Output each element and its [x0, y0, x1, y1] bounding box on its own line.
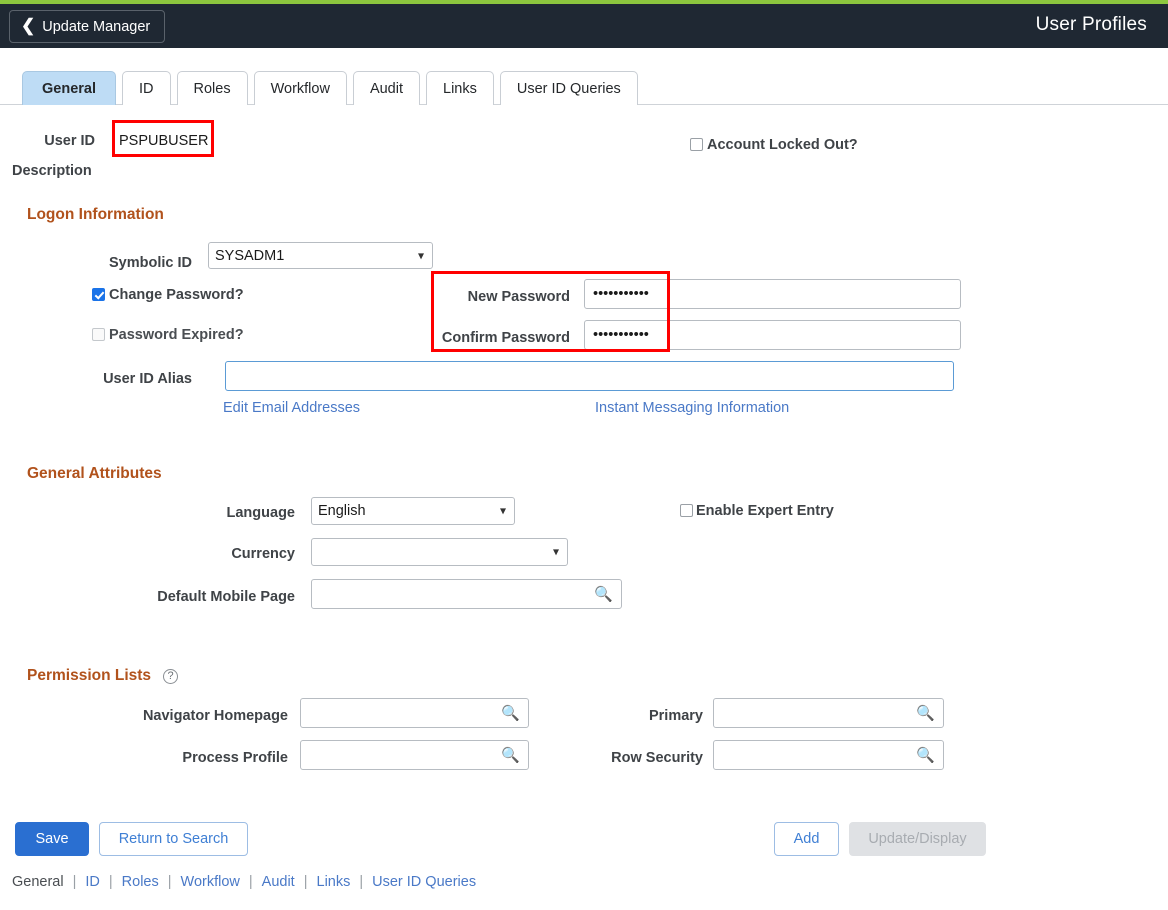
bottom-link-separator: | [72, 874, 77, 890]
bottom-link-links[interactable]: Links [317, 874, 351, 890]
currency-select-wrap: ▾ [311, 538, 568, 566]
bottom-link-audit[interactable]: Audit [262, 874, 295, 890]
enable-expert-entry-label: Enable Expert Entry [696, 503, 834, 519]
password-expired-label: Password Expired? [109, 327, 244, 343]
language-select[interactable]: English [311, 497, 515, 525]
app-header: ❮ Update Manager User Profiles [0, 4, 1168, 48]
symbolic-id-select-wrap: SYSADM1 ▾ [208, 242, 433, 269]
bottom-link-general[interactable]: General [12, 874, 64, 890]
back-to-update-manager-button[interactable]: ❮ Update Manager [9, 10, 166, 43]
default-mobile-page-input[interactable]: 🔍 [311, 579, 622, 609]
symbolic-id-select[interactable]: SYSADM1 [208, 242, 433, 269]
bottom-link-workflow[interactable]: Workflow [181, 874, 240, 890]
language-select-wrap: English ▾ [311, 497, 515, 525]
tab-user-id-queries[interactable]: User ID Queries [499, 71, 638, 105]
tab-strip: General ID Roles Workflow Audit Links Us… [0, 48, 1168, 105]
bottom-link-user-id-queries[interactable]: User ID Queries [372, 874, 476, 890]
tab-audit-label: Audit [369, 80, 403, 97]
save-button[interactable]: Save [15, 822, 89, 856]
bottom-link-separator: | [359, 874, 364, 890]
tab-workflow-label: Workflow [270, 80, 330, 97]
search-icon[interactable]: 🔍 [594, 585, 613, 603]
tab-roles-label: Roles [193, 80, 231, 97]
tab-links-label: Links [443, 80, 477, 97]
primary-label: Primary [648, 708, 703, 724]
tab-links[interactable]: Links [426, 71, 494, 105]
process-profile-input[interactable]: 🔍 [300, 740, 529, 770]
general-attributes-heading: General Attributes [27, 465, 162, 482]
bottom-link-bar: General | ID | Roles | Workflow | Audit … [12, 874, 476, 890]
help-circle-icon[interactable]: ? [163, 669, 178, 684]
back-button-label: Update Manager [42, 18, 151, 35]
tab-user-id-queries-label: User ID Queries [516, 80, 621, 97]
row-security-label: Row Security [611, 750, 703, 766]
currency-label: Currency [231, 546, 295, 562]
add-button[interactable]: Add [774, 822, 839, 856]
search-icon[interactable]: 🔍 [501, 746, 520, 764]
tab-id-label: ID [139, 80, 154, 97]
bottom-link-id[interactable]: ID [85, 874, 100, 890]
tab-roles[interactable]: Roles [176, 71, 248, 105]
user-id-alias-input[interactable] [225, 361, 954, 391]
new-password-input[interactable]: ••••••••••• [584, 279, 961, 309]
instant-messaging-information-link[interactable]: Instant Messaging Information [595, 400, 789, 416]
change-password-label: Change Password? [109, 287, 244, 303]
tab-audit[interactable]: Audit [352, 71, 420, 105]
navigator-homepage-input[interactable]: 🔍 [300, 698, 529, 728]
bottom-link-separator: | [108, 874, 113, 890]
currency-select[interactable] [311, 538, 568, 566]
tab-general[interactable]: General [22, 71, 116, 105]
user-profile-form: User ID PSPUBUSER Description Account Lo… [0, 105, 1168, 875]
primary-input[interactable]: 🔍 [713, 698, 944, 728]
tab-workflow[interactable]: Workflow [253, 71, 347, 105]
navigator-homepage-label: Navigator Homepage [142, 708, 288, 724]
tab-general-label: General [42, 80, 96, 97]
page-title: User Profiles [1035, 14, 1147, 35]
confirm-password-label: Confirm Password [441, 330, 570, 346]
user-id-label: User ID [44, 133, 95, 149]
tab-id[interactable]: ID [122, 71, 171, 105]
search-icon[interactable]: 🔍 [916, 704, 935, 722]
user-id-value[interactable]: PSPUBUSER [119, 133, 208, 149]
new-password-label: New Password [467, 289, 570, 305]
permission-lists-heading: Permission Lists [27, 667, 152, 684]
description-label: Description [12, 163, 92, 179]
language-label: Language [226, 505, 295, 521]
bottom-link-roles[interactable]: Roles [122, 874, 159, 890]
bottom-link-separator: | [303, 874, 308, 890]
user-id-alias-label: User ID Alias [103, 371, 192, 387]
account-locked-out-label: Account Locked Out? [707, 137, 858, 153]
update-display-button[interactable]: Update/Display [849, 822, 986, 856]
chevron-left-icon: ❮ [21, 16, 36, 35]
change-password-checkbox[interactable] [92, 288, 105, 301]
confirm-password-input[interactable]: ••••••••••• [584, 320, 961, 350]
symbolic-id-label: Symbolic ID [109, 255, 192, 271]
enable-expert-entry-checkbox[interactable] [680, 504, 693, 517]
process-profile-label: Process Profile [182, 750, 288, 766]
logon-information-heading: Logon Information [27, 206, 164, 223]
search-icon[interactable]: 🔍 [916, 746, 935, 764]
bottom-link-separator: | [248, 874, 253, 890]
default-mobile-page-label: Default Mobile Page [157, 589, 295, 605]
password-expired-checkbox[interactable] [92, 328, 105, 341]
return-to-search-button[interactable]: Return to Search [99, 822, 248, 856]
account-locked-out-checkbox[interactable] [690, 138, 703, 151]
search-icon[interactable]: 🔍 [501, 704, 520, 722]
row-security-input[interactable]: 🔍 [713, 740, 944, 770]
edit-email-addresses-link[interactable]: Edit Email Addresses [223, 400, 360, 416]
bottom-link-separator: | [167, 874, 172, 890]
